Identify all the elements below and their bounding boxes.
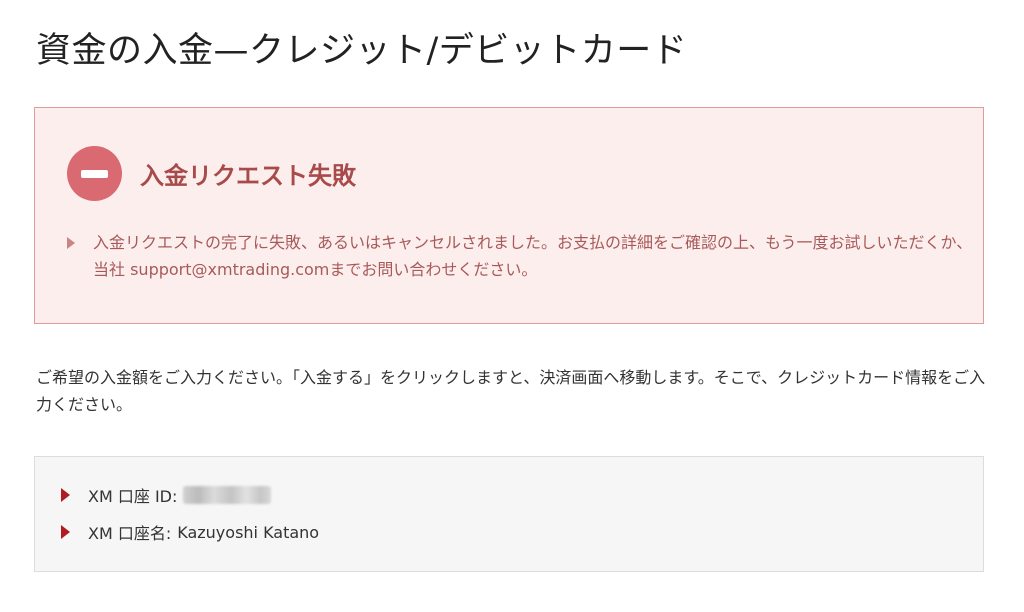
account-name-label: XM 口座名: xyxy=(88,524,172,543)
minus-circle-icon xyxy=(67,146,122,201)
page-title: 資金の入金—クレジット/デビットカード xyxy=(36,31,688,71)
account-name-value: Kazuyoshi Katano xyxy=(177,522,320,542)
deposit-instructions: ご希望の入金額をご入力ください。「入金する」をクリックしますと、決済画面へ移動し… xyxy=(36,368,986,414)
triangle-bullet-icon xyxy=(67,237,75,249)
error-message: 入金リクエストの完了に失敗、あるいはキャンセルされました。お支払の詳細をご確認の… xyxy=(93,233,973,279)
error-alert: 入金リクエスト失敗 入金リクエストの完了に失敗、あるいはキャンセルされました。お… xyxy=(34,107,984,324)
account-info-panel: XM 口座 ID: XM 口座名: Kazuyoshi Katano xyxy=(34,456,984,572)
error-title: 入金リクエスト失敗 xyxy=(140,162,356,190)
account-id-label: XM 口座 ID: xyxy=(88,487,178,506)
account-id-value xyxy=(183,486,272,504)
triangle-bullet-icon xyxy=(61,525,70,539)
triangle-bullet-icon xyxy=(61,488,70,502)
account-id-row: XM 口座 ID: xyxy=(61,482,272,508)
account-name-row: XM 口座名: Kazuyoshi Katano xyxy=(61,519,319,545)
